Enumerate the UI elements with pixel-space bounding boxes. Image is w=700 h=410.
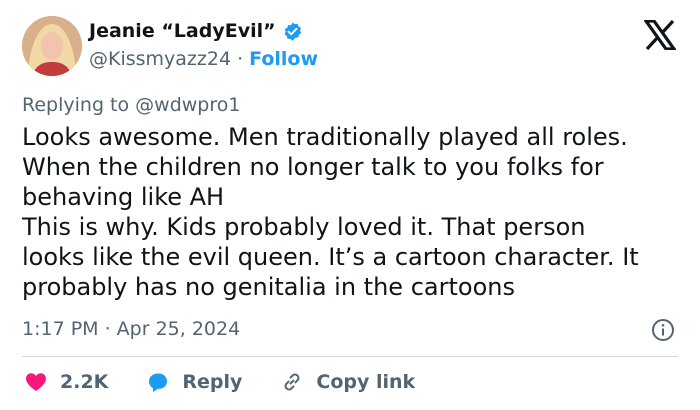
author-handle[interactable]: @Kissmyazz24 <box>89 48 231 70</box>
author-name-row[interactable]: Jeanie “LadyEvil” <box>89 20 303 42</box>
divider <box>22 356 678 357</box>
avatar-image <box>22 16 82 76</box>
copy-link-label: Copy link <box>316 371 416 393</box>
info-icon[interactable] <box>651 318 675 342</box>
like-button[interactable]: 2.2K <box>24 370 108 394</box>
tweet-text: Looks awesome. Men traditionally played … <box>22 123 639 301</box>
like-count: 2.2K <box>60 371 109 393</box>
x-logo-icon[interactable] <box>644 20 676 50</box>
handle-separator: · <box>237 48 244 70</box>
action-bar: 2.2K Reply Copy link <box>24 370 453 394</box>
reply-button[interactable]: Reply <box>146 370 242 394</box>
author-handle-row: @Kissmyazz24 · Follow <box>89 48 318 70</box>
reply-label: Reply <box>182 371 243 393</box>
avatar[interactable] <box>22 16 82 76</box>
heart-icon <box>26 373 46 391</box>
tweet-timestamp[interactable]: 1:17 PM · Apr 25, 2024 <box>22 318 240 340</box>
replying-to[interactable]: Replying to @wdwpro1 <box>22 94 240 116</box>
verified-badge-icon <box>284 21 301 41</box>
follow-button[interactable]: Follow <box>249 48 318 70</box>
reply-bubble-icon <box>149 373 168 392</box>
link-icon <box>284 373 300 391</box>
author-display-name[interactable]: Jeanie “LadyEvil” <box>89 20 276 42</box>
copy-link-button[interactable]: Copy link <box>280 370 415 394</box>
